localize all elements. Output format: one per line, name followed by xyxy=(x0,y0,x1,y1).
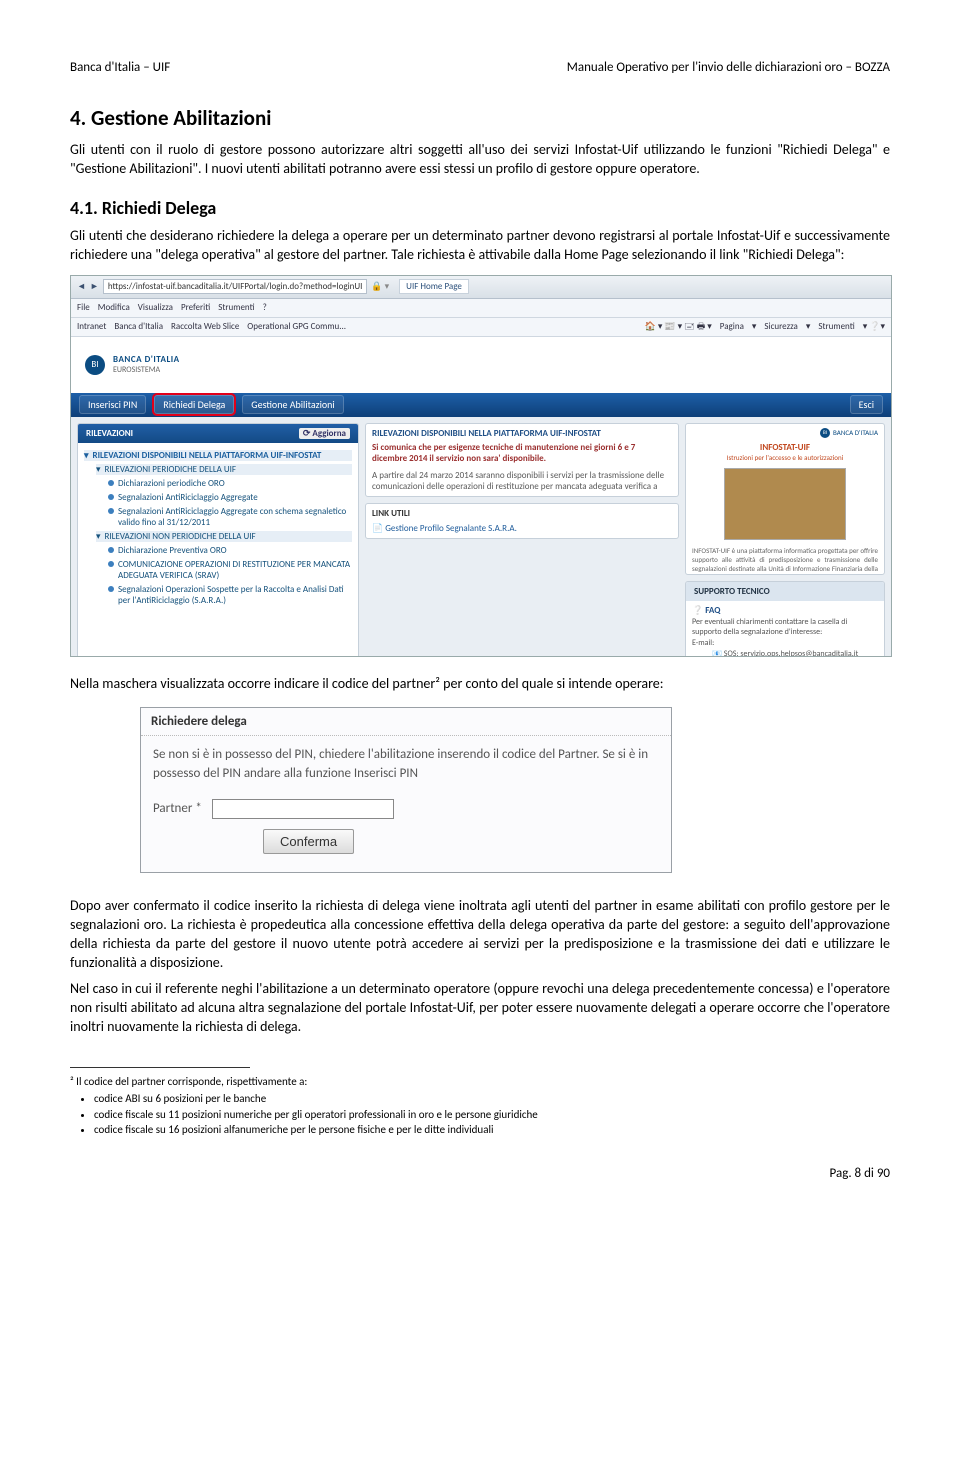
tree-antiriciclaggio[interactable]: Segnalazioni AntiRiciclaggio Aggregate xyxy=(118,492,258,503)
tree-nonperiodic[interactable]: RILEVAZIONI NON PERIODICHE DELLA UIF xyxy=(105,531,256,542)
after-shot2-p1: Dopo aver confermato il codice inserito … xyxy=(70,897,890,973)
link-sara[interactable]: Gestione Profilo Segnalante S.A.R.A. xyxy=(385,523,517,534)
infostat-image xyxy=(724,468,846,540)
partner-label: Partner * xyxy=(153,800,202,818)
fav-raccolta[interactable]: Raccolta Web Slice xyxy=(171,321,239,332)
tree-oro-periodiche[interactable]: Dichiarazioni periodiche ORO xyxy=(118,478,225,489)
nav-richiedi-delega[interactable]: Richiedi Delega xyxy=(154,395,234,414)
tree-antiriciclaggio-old[interactable]: Segnalazioni AntiRiciclaggio Aggregate c… xyxy=(118,506,352,528)
footnote-li3: codice fiscale su 16 posizioni alfanumer… xyxy=(94,1122,890,1137)
menu-modifica[interactable]: Modifica xyxy=(98,302,130,313)
doc-header-left: Banca d'Italia – UIF xyxy=(70,60,170,75)
menu-help[interactable]: ? xyxy=(263,302,267,313)
screenshot-richiedere-delega: Richiedere delega Se non si è in possess… xyxy=(140,707,672,872)
after-shot2-p2: Nel caso in cui il referente neghi l'abi… xyxy=(70,980,890,1037)
footnote-block: ² Il codice del partner corrisponde, ris… xyxy=(70,1074,890,1138)
aggiorna-button[interactable]: ⟳ Aggiorna xyxy=(299,428,350,439)
footnote-lead: ² Il codice del partner corrisponde, ris… xyxy=(70,1074,890,1089)
footnote-separator xyxy=(70,1067,250,1068)
screenshot-home-page: ◄ ► https://infostat-uif.bancaditalia.it… xyxy=(70,275,892,657)
site-logo-strip: BI BANCA D'ITALIA EUROSISTEMA xyxy=(71,337,891,393)
url-field[interactable]: https://infostat-uif.bancaditalia.it/UIF… xyxy=(103,279,368,294)
notice-services: A partire dal 24 marzo 2014 saranno disp… xyxy=(372,470,672,492)
nav-gestione-abilitazioni[interactable]: Gestione Abilitazioni xyxy=(242,395,343,414)
doc-header-right: Manuale Operativo per l'invio delle dich… xyxy=(567,60,890,75)
dialog-title: Richiedere delega xyxy=(141,708,671,736)
section-4-1-title: 4.1. Richiedi Delega xyxy=(70,197,890,219)
link-utili-title: LINK UTILI xyxy=(372,508,672,519)
doc-header: Banca d'Italia – UIF Manuale Operativo p… xyxy=(70,60,890,75)
tree-sara[interactable]: Segnalazioni Operazioni Sospette per la … xyxy=(118,584,352,606)
panel-notice: RILEVAZIONI DISPONIBILI NELLA PIATTAFORM… xyxy=(365,423,679,497)
fav-intranet[interactable]: Intranet xyxy=(77,321,106,332)
page-footer: Pag. 8 di 90 xyxy=(70,1166,890,1181)
browser-tab[interactable]: UIF Home Page xyxy=(399,279,469,294)
panel-link-utili: LINK UTILI 📄 Gestione Profilo Segnalante… xyxy=(365,503,679,539)
site-logo-text: BANCA D'ITALIA xyxy=(113,354,180,365)
infostat-title: INFOSTAT-UIF xyxy=(692,442,878,453)
panel-infostat-uif: BIBANCA D'ITALIA INFOSTAT-UIF Istruzioni… xyxy=(685,423,885,575)
section-4-1-p1: Gli utenti che desiderano richiedere la … xyxy=(70,227,890,265)
panel-rilevazioni-title: RILEVAZIONI xyxy=(86,428,133,439)
panel-supporto: SUPPORTO TECNICO ❔ FAQ Per eventuali chi… xyxy=(685,581,885,657)
fav-banca[interactable]: Banca d'Italia xyxy=(114,321,163,332)
infostat-sub: Istruzioni per l'accesso e le autorizzaz… xyxy=(692,453,878,462)
partner-input[interactable] xyxy=(212,799,394,819)
section-4-title: 4. Gestione Abilitazioni xyxy=(70,105,890,131)
notice-title: RILEVAZIONI DISPONIBILI NELLA PIATTAFORM… xyxy=(372,428,672,439)
tree-periodic[interactable]: RILEVAZIONI PERIODICHE DELLA UIF xyxy=(105,464,237,475)
site-logo-sub: EUROSISTEMA xyxy=(113,365,180,375)
infostat-desc: INFOSTAT-UIF è una piattaforma informati… xyxy=(692,546,878,575)
bank-logo-icon: BI xyxy=(85,355,105,375)
browser-favorites-row: Intranet Banca d'Italia Raccolta Web Sli… xyxy=(71,318,891,337)
back-icon[interactable]: ◄ xyxy=(77,281,86,292)
footnote-li1: codice ABI su 6 posizioni per le banche xyxy=(94,1091,890,1106)
fav-gpg[interactable]: Operational GPG Commu... xyxy=(247,321,346,332)
conferma-button[interactable]: Conferma xyxy=(263,829,354,854)
dialog-text: Se non si è in possesso del PIN, chieder… xyxy=(153,746,659,782)
site-nav-bar: Inserisci PIN Richiedi Delega Gestione A… xyxy=(71,393,891,417)
menu-visualizza[interactable]: Visualizza xyxy=(138,302,173,313)
faq-link[interactable]: FAQ xyxy=(705,605,720,616)
panel-rilevazioni: RILEVAZIONI ⟳ Aggiorna ▾RILEVAZIONI DISP… xyxy=(77,423,359,657)
tools-sicurezza[interactable]: Sicurezza xyxy=(764,321,797,332)
supporto-desc: Per eventuali chiarimenti contattare la … xyxy=(692,617,878,637)
tree-srav[interactable]: COMUNICAZIONE OPERAZIONI DI RESTITUZIONE… xyxy=(118,559,352,581)
tools-pagina[interactable]: Pagina xyxy=(720,321,744,332)
forward-icon[interactable]: ► xyxy=(90,281,99,292)
tree-root[interactable]: RILEVAZIONI DISPONIBILI NELLA PIATTAFORM… xyxy=(93,450,322,461)
browser-menu-row: File Modifica Visualizza Preferiti Strum… xyxy=(71,299,891,318)
notice-maintenance: Si comunica che per esigenze tecniche di… xyxy=(372,442,672,464)
menu-strumenti[interactable]: Strumenti xyxy=(218,302,254,313)
menu-preferiti[interactable]: Preferiti xyxy=(181,302,210,313)
supporto-sos: SOS: servizio.ops.helpsos@bancaditalia.i… xyxy=(724,649,858,657)
section-4-p1: Gli utenti con il ruolo di gestore posso… xyxy=(70,141,890,179)
menu-file[interactable]: File xyxy=(77,302,90,313)
footnote-li2: codice fiscale su 11 posizioni numeriche… xyxy=(94,1107,890,1122)
browser-address-bar: ◄ ► https://infostat-uif.bancaditalia.it… xyxy=(71,276,891,299)
nav-inserisci-pin[interactable]: Inserisci PIN xyxy=(79,395,146,414)
tree-oro-preventiva[interactable]: Dichiarazione Preventiva ORO xyxy=(118,545,227,556)
nav-esci[interactable]: Esci xyxy=(850,395,883,414)
tools-strumenti[interactable]: Strumenti xyxy=(818,321,854,332)
after-shot1-text: Nella maschera visualizzata occorre indi… xyxy=(70,675,890,694)
supporto-title: SUPPORTO TECNICO xyxy=(686,582,884,601)
